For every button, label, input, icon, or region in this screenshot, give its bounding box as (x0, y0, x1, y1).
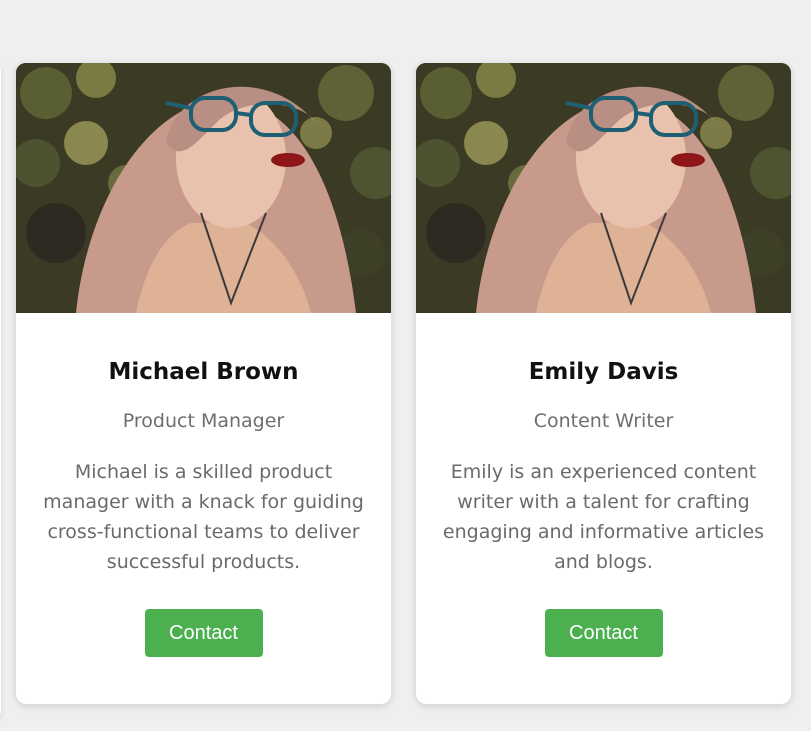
member-role: Content Writer (533, 410, 674, 432)
contact-button[interactable]: Contact (544, 609, 663, 657)
contact-button[interactable]: Contact (144, 609, 263, 657)
member-role: Product Manager (122, 410, 285, 432)
offscreen-card-edge (0, 63, 1, 719)
team-cards-section: Michael Brown Product Manager Michael is… (0, 0, 811, 731)
member-name: Emily Davis (528, 359, 679, 385)
member-name: Michael Brown (108, 359, 299, 385)
profile-photo (16, 63, 391, 313)
team-member-card: Michael Brown Product Manager Michael is… (16, 63, 391, 704)
team-member-card: Emily Davis Content Writer Emily is an e… (416, 63, 791, 704)
member-bio: Michael is a skilled product manager wit… (43, 461, 364, 573)
member-bio: Emily is an experienced content writer w… (442, 461, 765, 573)
profile-photo (416, 63, 791, 313)
